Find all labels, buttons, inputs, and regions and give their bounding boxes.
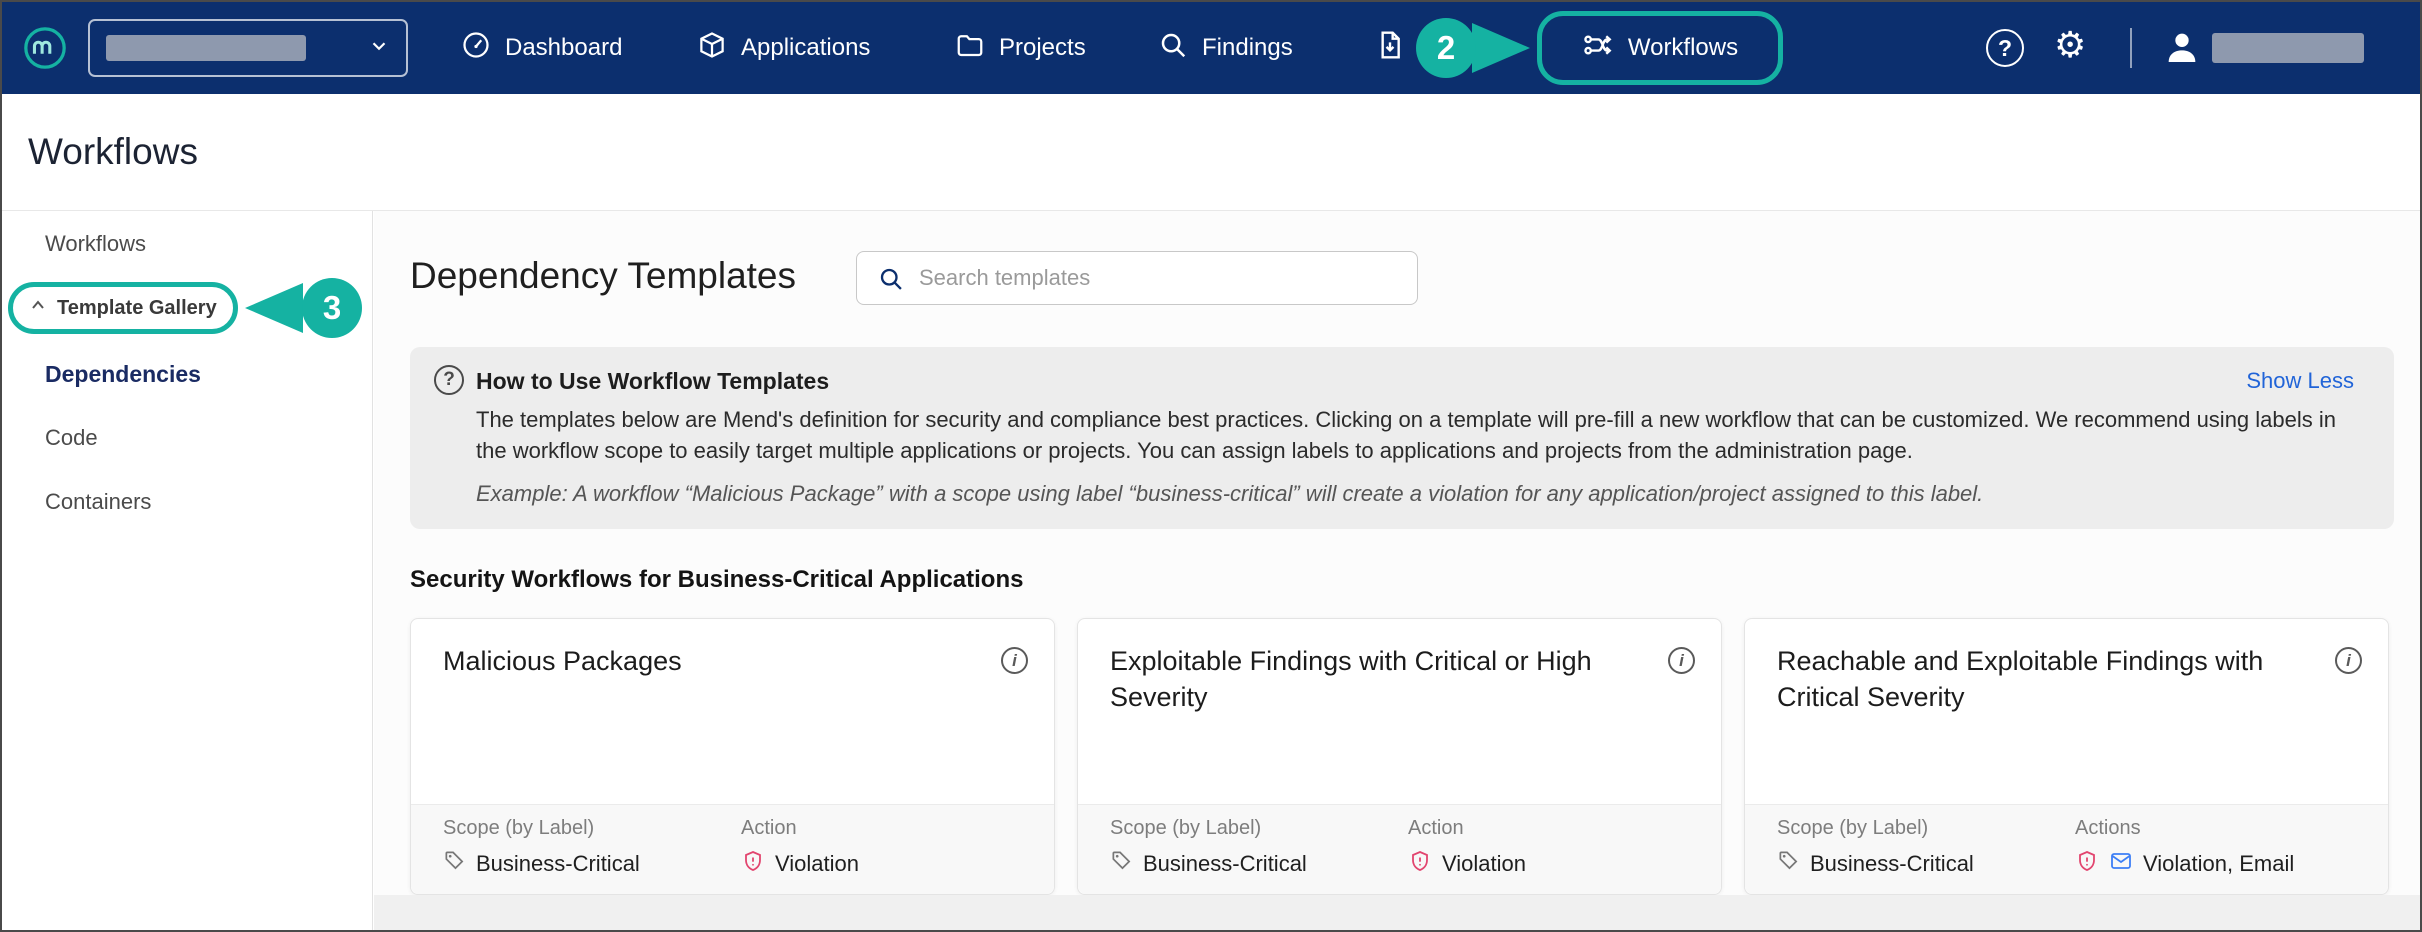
sidebar-item-containers[interactable]: Containers — [45, 489, 151, 515]
scope-value: Business-Critical — [1810, 851, 1974, 877]
help-icon[interactable]: ? — [1986, 29, 2024, 67]
info-icon[interactable]: i — [1001, 647, 1028, 674]
nav-projects-label: Projects — [999, 34, 1086, 62]
nav-reports[interactable] — [1374, 2, 1406, 94]
content-bottom-strip — [374, 895, 2422, 932]
search-input[interactable] — [919, 252, 1409, 304]
actions-label: Actions — [2075, 817, 2294, 840]
scope-column: Scope (by Label) Business-Critical — [1777, 817, 1974, 878]
dashboard-icon — [461, 30, 491, 67]
nav-workflows-highlighted[interactable]: Workflows — [1537, 11, 1783, 85]
actions-value: Violation, Email — [2143, 851, 2294, 877]
organization-selector[interactable] — [88, 19, 408, 77]
scope-column: Scope (by Label) Business-Critical — [443, 817, 640, 878]
scope-value: Business-Critical — [1143, 851, 1307, 877]
violation-shield-icon — [1408, 849, 1432, 879]
annotation-step-2-number: 2 — [1437, 29, 1455, 67]
help-glyph: ? — [1998, 35, 2012, 62]
info-glyph: i — [1679, 651, 1684, 671]
top-navigation-bar: Dashboard Applications Projects — [2, 2, 2420, 94]
section-title: Security Workflows for Business-Critical… — [410, 566, 1023, 594]
scope-label: Scope (by Label) — [443, 817, 640, 840]
scope-label: Scope (by Label) — [1110, 817, 1307, 840]
template-card-exploitable-findings[interactable]: Exploitable Findings with Critical or Hi… — [1077, 618, 1722, 895]
info-icon[interactable]: i — [2335, 647, 2362, 674]
chevron-up-icon — [29, 297, 47, 320]
tag-icon — [1110, 849, 1133, 878]
projects-folder-icon — [955, 30, 985, 67]
question-glyph: ? — [443, 369, 455, 391]
question-icon: ? — [434, 365, 464, 395]
sidebar-item-template-gallery-label: Template Gallery — [57, 297, 217, 320]
annotation-arrow-to-template-gallery — [245, 283, 303, 333]
app-window: Dashboard Applications Projects — [0, 0, 2422, 932]
annotation-arrow-to-workflows — [1472, 23, 1530, 73]
sidebar-item-template-gallery[interactable]: Template Gallery — [8, 282, 238, 334]
settings-gear-icon[interactable]: ⚙ — [2054, 28, 2086, 64]
chevron-down-icon — [368, 35, 390, 62]
card-footer: Scope (by Label) Business-Critical Actio… — [1745, 804, 2388, 894]
card-footer: Scope (by Label) Business-Critical Actio… — [1078, 804, 1721, 894]
annotation-step-3-number: 3 — [323, 289, 341, 327]
scope-column: Scope (by Label) Business-Critical — [1110, 817, 1307, 878]
help-banner: ? How to Use Workflow Templates Show Les… — [410, 347, 2394, 529]
sidebar-item-dependencies[interactable]: Dependencies — [45, 361, 201, 388]
scope-value: Business-Critical — [476, 851, 640, 877]
card-title: Reachable and Exploitable Findings with … — [1777, 643, 2302, 716]
nav-workflows-label: Workflows — [1628, 34, 1738, 62]
nav-divider — [2130, 28, 2132, 68]
search-icon — [877, 265, 905, 298]
violation-shield-icon — [741, 849, 765, 879]
email-envelope-icon — [2109, 849, 2133, 879]
annotation-step-3-badge: 3 — [302, 278, 362, 338]
findings-search-icon — [1158, 30, 1188, 67]
template-card-reachable-exploitable[interactable]: Reachable and Exploitable Findings with … — [1744, 618, 2389, 895]
mend-logo-icon[interactable] — [22, 25, 68, 76]
card-title: Exploitable Findings with Critical or Hi… — [1110, 643, 1635, 716]
tag-icon — [443, 849, 466, 878]
help-banner-example: Example: A workflow “Malicious Package” … — [476, 481, 2356, 507]
annotation-step-2-badge: 2 — [1416, 18, 1476, 78]
template-search-box — [856, 251, 1418, 305]
violation-shield-icon — [2075, 849, 2099, 879]
user-name-redacted — [2212, 33, 2364, 63]
nav-applications-label: Applications — [741, 34, 870, 62]
report-document-icon — [1374, 29, 1406, 68]
user-avatar-icon[interactable] — [2162, 27, 2202, 72]
show-less-link[interactable]: Show Less — [2246, 368, 2354, 394]
nav-dashboard-label: Dashboard — [505, 34, 622, 62]
info-icon[interactable]: i — [1668, 647, 1695, 674]
help-banner-title: How to Use Workflow Templates — [476, 368, 829, 395]
help-banner-body: The templates below are Mend's definitio… — [476, 405, 2356, 467]
nav-findings[interactable]: Findings — [1158, 2, 1293, 94]
nav-dashboard[interactable]: Dashboard — [461, 2, 622, 94]
action-label: Action — [1408, 817, 1526, 840]
info-glyph: i — [2346, 651, 2351, 671]
action-value: Violation — [1442, 851, 1526, 877]
action-value: Violation — [775, 851, 859, 877]
page-header: Workflows — [2, 94, 2420, 211]
actions-column: Actions Violation, Email — [2075, 817, 2294, 879]
info-glyph: i — [1012, 651, 1017, 671]
card-footer: Scope (by Label) Business-Critical Actio… — [411, 804, 1054, 894]
nav-projects[interactable]: Projects — [955, 2, 1086, 94]
org-name-redacted — [106, 35, 306, 61]
action-label: Action — [741, 817, 859, 840]
card-title: Malicious Packages — [443, 643, 968, 679]
nav-applications[interactable]: Applications — [697, 2, 870, 94]
sidebar-item-workflows[interactable]: Workflows — [45, 231, 146, 257]
template-card-malicious-packages[interactable]: Malicious Packages i Scope (by Label) Bu… — [410, 618, 1055, 895]
sidebar-item-code[interactable]: Code — [45, 425, 98, 451]
page-title: Workflows — [28, 131, 198, 173]
tag-icon — [1777, 849, 1800, 878]
workflows-icon — [1582, 29, 1614, 68]
action-column: Action Violation — [1408, 817, 1526, 879]
scope-label: Scope (by Label) — [1777, 817, 1974, 840]
dependency-templates-title: Dependency Templates — [410, 255, 796, 297]
action-column: Action Violation — [741, 817, 859, 879]
nav-findings-label: Findings — [1202, 34, 1293, 62]
main-content: Dependency Templates ? How to Use Workfl… — [374, 211, 2422, 932]
applications-icon — [697, 30, 727, 67]
